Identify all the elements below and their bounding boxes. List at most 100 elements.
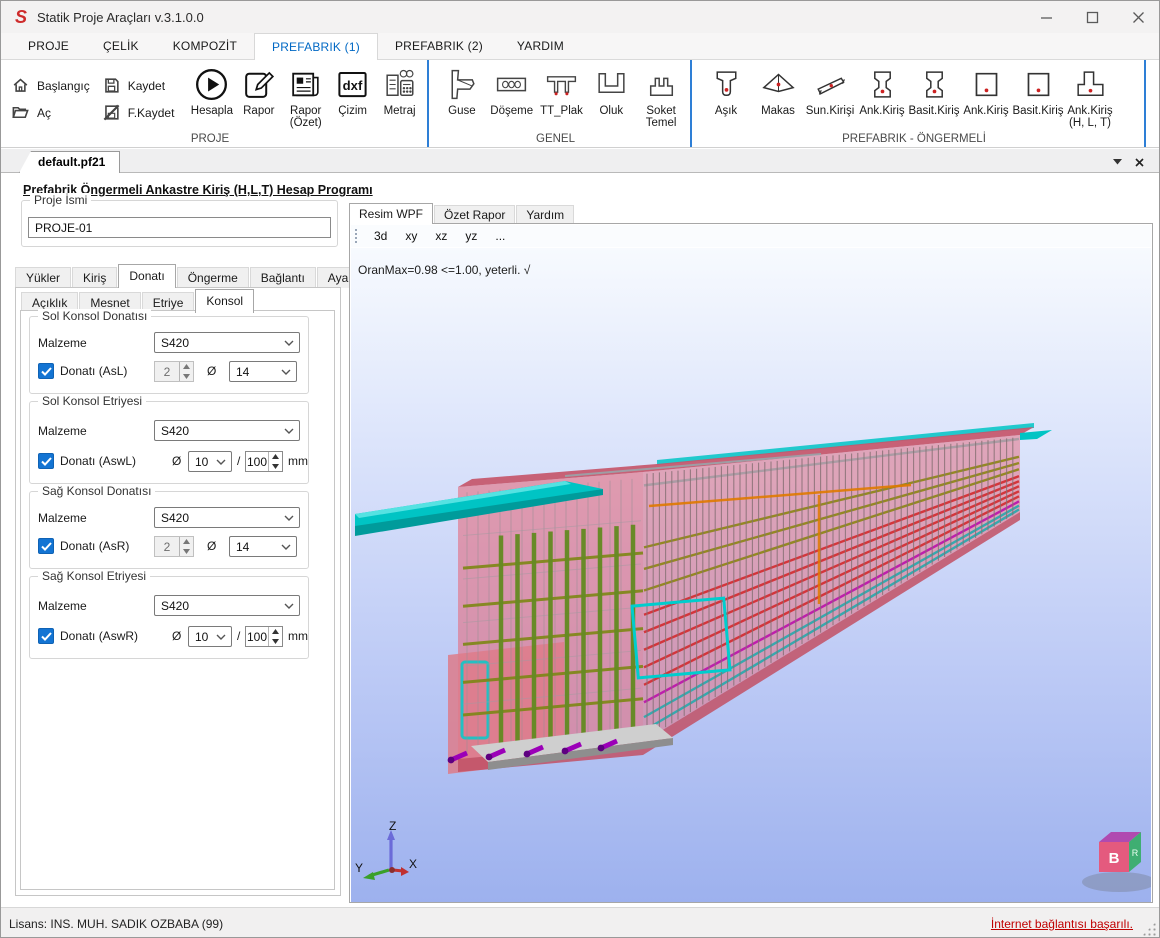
button-label: TT_Plak <box>540 105 583 117</box>
donati-aswr-checkbox[interactable] <box>38 628 54 644</box>
tab-yukler[interactable]: Yükler <box>15 267 71 288</box>
corbel-icon <box>443 66 480 103</box>
tab-baglanti[interactable]: Bağlantı <box>250 267 316 288</box>
view-more-button[interactable]: ... <box>486 229 514 243</box>
ribbon-button-rapor-zet[interactable]: Rapor (Özet) <box>283 66 328 129</box>
menu-tab-yardim[interactable]: YARDIM <box>500 33 581 59</box>
malzeme-combo[interactable]: S420 <box>154 420 300 441</box>
close-button[interactable] <box>1115 1 1160 33</box>
left-tabs-row1: Yükler Kiriş Donatı Öngerme Bağlantı Aya… <box>15 264 378 288</box>
doc-tab-close-icon[interactable] <box>1131 154 1147 170</box>
socket-foundation-icon <box>643 66 680 103</box>
3d-viewport[interactable]: OranMax=0.98 <=1.00, yeterli. √ <box>351 248 1151 902</box>
tab-resim-wpf[interactable]: Resim WPF <box>349 203 433 224</box>
ribbon-button-ba-lang[interactable]: Başlangıç <box>11 72 90 99</box>
minimize-button[interactable] <box>1023 1 1069 33</box>
home-icon <box>11 76 30 95</box>
tab-yardim[interactable]: Yardım <box>516 205 574 224</box>
ribbon-button-makas[interactable]: Makas <box>753 66 803 128</box>
resize-grip-icon[interactable] <box>1142 922 1156 936</box>
button-label: Basit.Kiriş <box>1012 105 1063 117</box>
sol-konsol-etriyesi-group: Sol Konsol Etriyesi Malzeme S420 Donatı … <box>29 401 309 484</box>
chevron-down-icon <box>216 633 226 641</box>
ribbon-button-a-k[interactable]: Aşık <box>701 66 751 128</box>
save-icon <box>102 76 121 95</box>
stirrup-diameter-combo[interactable]: 10 <box>188 626 232 647</box>
ribbon-button-basit-kiri[interactable]: Basit.Kiriş <box>909 66 959 128</box>
ribbon-button-sun-kiri-i[interactable]: Sun.Kirişi <box>805 66 855 128</box>
donati-aswl-checkbox[interactable] <box>38 453 54 469</box>
group-title: Sol Konsol Donatısı <box>38 309 151 323</box>
tab-kiris[interactable]: Kiriş <box>72 267 117 288</box>
view-3d-button[interactable]: 3d <box>365 229 396 243</box>
internet-status-link[interactable]: İnternet bağlantısı başarılı. <box>991 917 1133 931</box>
menu-tab-proje[interactable]: PROJE <box>11 33 86 59</box>
slash-label: / <box>237 629 240 643</box>
spacing-spinner[interactable]: 100 <box>245 451 283 472</box>
phi-label: Ø <box>172 629 181 643</box>
ribbon-button-f-kaydet[interactable]: F.Kaydet <box>102 99 175 126</box>
menu-tab-kompozit[interactable]: KOMPOZİT <box>156 33 254 59</box>
document-tab[interactable]: default.pf21 <box>19 151 120 173</box>
malzeme-label: Malzeme <box>38 511 87 525</box>
count-spinner[interactable]: 2 <box>154 536 194 557</box>
ribbon-button-ank-kiri-h-l-t[interactable]: Ank.Kiriş (H, L, T) <box>1065 66 1115 129</box>
ribbon-button-hesapla[interactable]: Hesapla <box>189 66 234 128</box>
ribbon-button-basit-kiri[interactable]: Basit.Kiriş <box>1013 66 1063 128</box>
menu-tab-prefabrik-2[interactable]: PREFABRIK (2) <box>378 33 500 59</box>
project-name-groupbox: Proje İsmi <box>21 200 338 247</box>
ribbon-button-metraj[interactable]: Metraj <box>377 66 422 128</box>
ribbon-button-ank-kiri[interactable]: Ank.Kiriş <box>857 66 907 128</box>
maximize-button[interactable] <box>1069 1 1115 33</box>
spinner-arrows-icon[interactable] <box>179 362 193 381</box>
ribbon-button-d-eme[interactable]: Döşeme <box>488 66 536 128</box>
button-label: Makas <box>761 105 795 117</box>
diameter-combo[interactable]: 14 <box>229 361 297 382</box>
ribbon-button-oluk[interactable]: Oluk <box>587 66 635 128</box>
group-title: Sağ Konsol Etriyesi <box>38 569 150 583</box>
count-spinner[interactable]: 2 <box>154 361 194 382</box>
diameter-combo[interactable]: 14 <box>229 536 297 557</box>
slanted-beam-icon <box>812 66 849 103</box>
stirrup-diameter-combo[interactable]: 10 <box>188 451 232 472</box>
menu-tab-celik[interactable]: ÇELİK <box>86 33 156 59</box>
project-name-input[interactable] <box>28 217 331 238</box>
donati-asl-checkbox[interactable] <box>38 363 54 379</box>
ribbon-button-izim[interactable]: dxfÇizim <box>330 66 375 128</box>
ribbon-button-soket-temel[interactable]: Soket Temel <box>637 66 685 129</box>
tab-donati[interactable]: Donatı <box>118 264 175 288</box>
view-xz-button[interactable]: xz <box>426 229 456 243</box>
malzeme-combo[interactable]: S420 <box>154 332 300 353</box>
spacing-spinner[interactable]: 100 <box>245 626 283 647</box>
group-title: Sağ Konsol Donatısı <box>38 484 155 498</box>
button-label: F.Kaydet <box>128 106 175 120</box>
project-name-label: Proje İsmi <box>30 193 91 207</box>
ribbon-button-kaydet[interactable]: Kaydet <box>102 72 175 99</box>
license-status-text: Lisans: INS. MUH. SADIK OZBABA (99) <box>9 917 223 931</box>
menu-tab-prefabrik-1[interactable]: PREFABRIK (1) <box>254 33 378 60</box>
view-xy-button[interactable]: xy <box>396 229 426 243</box>
tab-ongerme[interactable]: Öngerme <box>177 267 249 288</box>
tab-ozet-rapor[interactable]: Özet Rapor <box>434 205 515 224</box>
view-yz-button[interactable]: yz <box>456 229 486 243</box>
tab-konsol[interactable]: Konsol <box>195 289 254 313</box>
toolbar-grip-icon[interactable] <box>355 229 359 243</box>
ribbon-button-tt-plak[interactable]: TT_Plak <box>538 66 586 128</box>
button-label: Ank.Kiriş <box>859 105 904 117</box>
malzeme-combo[interactable]: S420 <box>154 595 300 616</box>
ribbon-button-ank-kiri[interactable]: Ank.Kiriş <box>961 66 1011 128</box>
ribbon-button-guse[interactable]: Guse <box>438 66 486 128</box>
quantity-takeoff-icon <box>381 66 418 103</box>
sag-konsol-donatisi-group: Sağ Konsol Donatısı Malzeme S420 Donatı … <box>29 491 309 569</box>
malzeme-combo[interactable]: S420 <box>154 507 300 528</box>
button-label: Basit.Kiriş <box>908 105 959 117</box>
spinner-arrows-icon[interactable] <box>179 537 193 556</box>
donati-asr-checkbox[interactable] <box>38 538 54 554</box>
chevron-down-icon <box>284 427 294 435</box>
spinner-arrows-icon[interactable] <box>268 452 282 471</box>
spinner-arrows-icon[interactable] <box>268 627 282 646</box>
ribbon-button-rapor[interactable]: Rapor <box>236 66 281 128</box>
button-label: Kaydet <box>128 79 165 93</box>
doc-tab-dropdown-icon[interactable] <box>1109 154 1125 170</box>
ribbon-button-a[interactable]: Aç <box>11 99 90 126</box>
